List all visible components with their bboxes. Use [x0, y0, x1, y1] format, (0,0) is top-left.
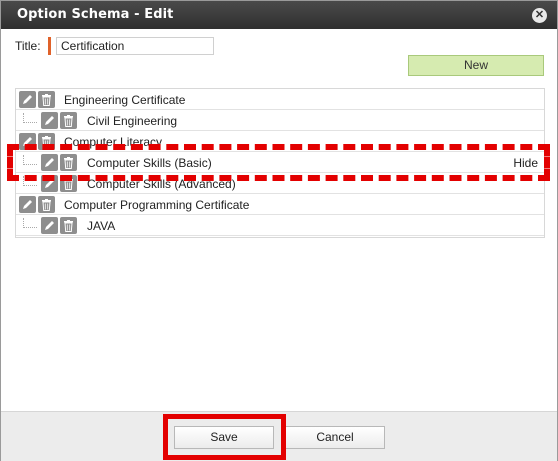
- required-marker: [48, 37, 51, 55]
- pencil-icon[interactable]: [41, 217, 58, 234]
- pencil-icon[interactable]: [41, 112, 58, 129]
- trash-icon[interactable]: [38, 196, 55, 213]
- close-icon[interactable]: ✕: [532, 8, 547, 23]
- pencil-icon[interactable]: [19, 91, 36, 108]
- title-bar: Option Schema - Edit ✕: [1, 1, 557, 29]
- pencil-icon[interactable]: [19, 196, 36, 213]
- highlight-annotation-save: [163, 414, 286, 460]
- tree-row: Computer Programming Certificate: [16, 194, 544, 215]
- tree-row-label: JAVA: [87, 219, 116, 233]
- dialog-title: Option Schema - Edit: [17, 7, 174, 22]
- new-button[interactable]: New: [408, 55, 544, 76]
- highlight-annotation-row: [7, 144, 550, 181]
- tree-row-label: Engineering Certificate: [64, 93, 186, 107]
- tree-row: Engineering Certificate: [16, 89, 544, 110]
- cancel-button[interactable]: Cancel: [285, 426, 385, 449]
- tree-connector: [23, 113, 37, 123]
- tree-connector: [23, 218, 37, 228]
- trash-icon[interactable]: [60, 112, 77, 129]
- title-input[interactable]: [56, 37, 214, 55]
- option-schema-edit-dialog: Option Schema - Edit ✕ Title: New Engine…: [0, 0, 558, 461]
- tree-row-label: Civil Engineering: [87, 114, 178, 128]
- tree-row: JAVA: [16, 215, 544, 236]
- trash-icon[interactable]: [38, 91, 55, 108]
- trash-icon[interactable]: [60, 217, 77, 234]
- title-label: Title:: [15, 39, 41, 53]
- tree-row-label: Computer Programming Certificate: [64, 198, 250, 212]
- tree-row: Civil Engineering: [16, 110, 544, 131]
